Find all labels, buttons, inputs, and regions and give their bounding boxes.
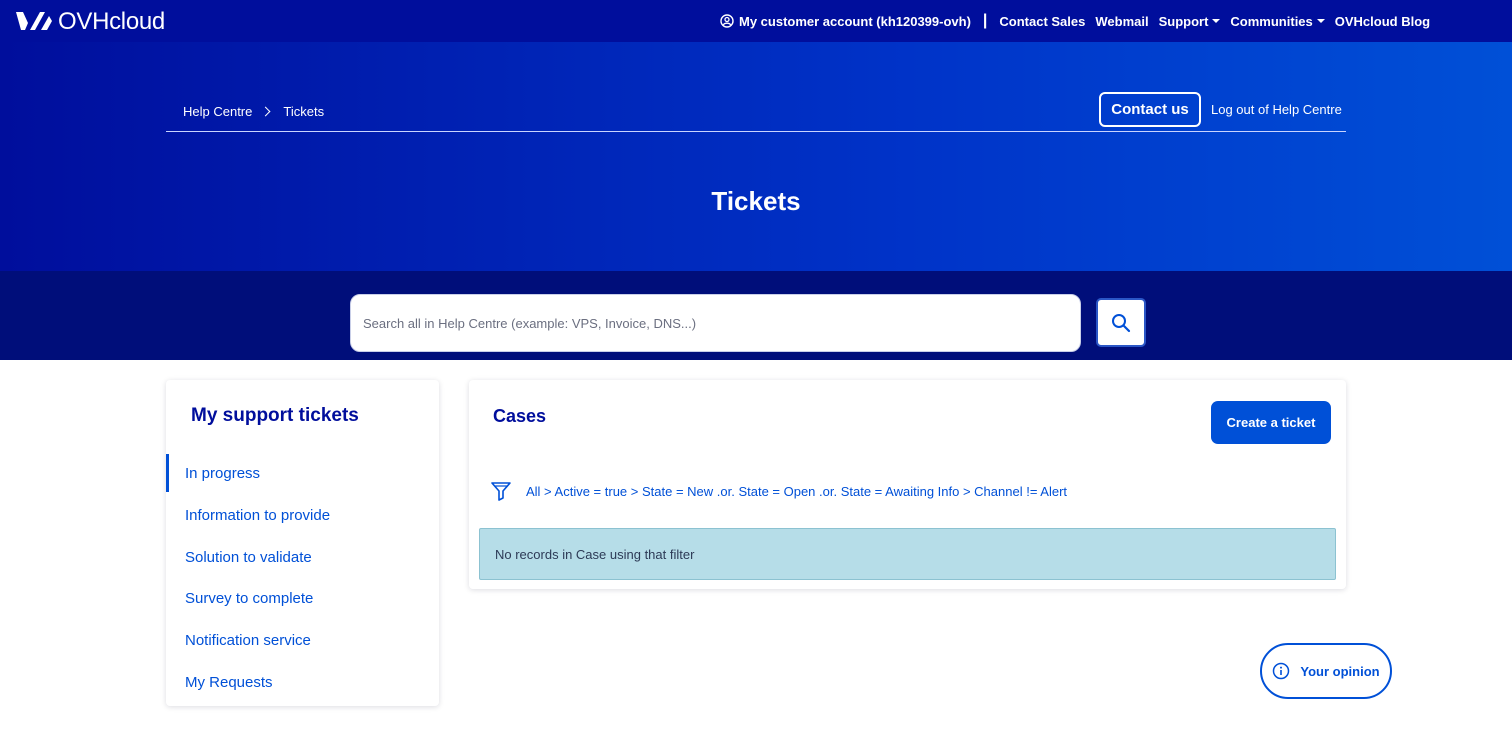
search-band — [0, 271, 1512, 360]
customer-account-link[interactable]: My customer account (kh120399-ovh) — [720, 14, 971, 29]
sidebar-item-solution-to-validate[interactable]: Solution to validate — [166, 538, 439, 576]
nav-support[interactable]: Support — [1159, 14, 1221, 29]
support-tickets-sidebar: My support tickets In progress Informati… — [166, 380, 439, 706]
search-icon — [1112, 313, 1131, 332]
filter-condition-link[interactable]: All > Active = true > State = New .or. S… — [526, 484, 1067, 499]
sidebar-item-information-to-provide[interactable]: Information to provide — [166, 496, 439, 534]
nav-contact-sales[interactable]: Contact Sales — [999, 14, 1085, 29]
contact-us-button[interactable]: Contact us — [1099, 92, 1201, 127]
filter-funnel-icon[interactable] — [490, 480, 512, 502]
nav-contact-sales-label: Contact Sales — [999, 13, 1086, 29]
sidebar-item-survey-to-complete[interactable]: Survey to complete — [166, 579, 439, 617]
filter-breadcrumb: All > Active = true > State = New .or. S… — [490, 480, 1067, 502]
nav-separator: | — [982, 12, 988, 29]
nav-communities[interactable]: Communities — [1230, 13, 1325, 29]
search-input[interactable] — [350, 294, 1081, 352]
user-circle-icon — [720, 14, 734, 28]
logout-link[interactable]: Log out of Help Centre — [1211, 102, 1342, 117]
your-opinion-button[interactable]: Your opinion — [1260, 643, 1392, 699]
customer-account-label: My customer account (kh120399-ovh) — [739, 13, 971, 29]
sidebar-title: My support tickets — [191, 405, 359, 426]
your-opinion-label: Your opinion — [1300, 663, 1380, 679]
cases-card: Cases Create a ticket All > Active = tru… — [469, 380, 1346, 589]
breadcrumb-tickets[interactable]: Tickets — [283, 104, 324, 119]
nav-webmail-label: Webmail — [1095, 13, 1149, 29]
top-bar: OVHcloud My customer account (kh120399-o… — [0, 0, 1512, 42]
ovhcloud-logo[interactable]: OVHcloud — [14, 8, 165, 36]
nav-webmail[interactable]: Webmail — [1095, 14, 1148, 29]
breadcrumb: Help Centre Tickets — [183, 104, 324, 119]
divider — [166, 131, 1346, 132]
brand-name: OVHcloud — [58, 8, 165, 35]
page-title: Tickets — [711, 186, 801, 216]
cases-title: Cases — [493, 406, 547, 426]
chevron-down-icon — [1316, 19, 1325, 23]
hero-banner: Help Centre Tickets Contact us Log out o… — [0, 42, 1512, 271]
nav-support-label: Support — [1158, 13, 1209, 29]
ovhcloud-logo-icon — [16, 12, 52, 30]
top-nav: My customer account (kh120399-ovh) | Con… — [720, 0, 1440, 42]
sidebar-item-notification-service[interactable]: Notification service — [166, 621, 439, 659]
nav-blog[interactable]: OVHcloud Blog — [1335, 14, 1430, 29]
search-button[interactable] — [1096, 298, 1146, 347]
breadcrumb-help-centre[interactable]: Help Centre — [183, 104, 252, 119]
nav-communities-label: Communities — [1230, 13, 1313, 29]
nav-blog-label: OVHcloud Blog — [1334, 13, 1431, 29]
empty-state-message: No records in Case using that filter — [479, 528, 1336, 580]
chevron-right-icon — [260, 106, 271, 117]
sidebar-item-my-requests[interactable]: My Requests — [166, 663, 439, 701]
create-ticket-button[interactable]: Create a ticket — [1211, 401, 1331, 444]
info-icon — [1273, 662, 1290, 680]
chevron-down-icon — [1212, 19, 1221, 23]
sidebar-item-in-progress[interactable]: In progress — [166, 454, 439, 492]
